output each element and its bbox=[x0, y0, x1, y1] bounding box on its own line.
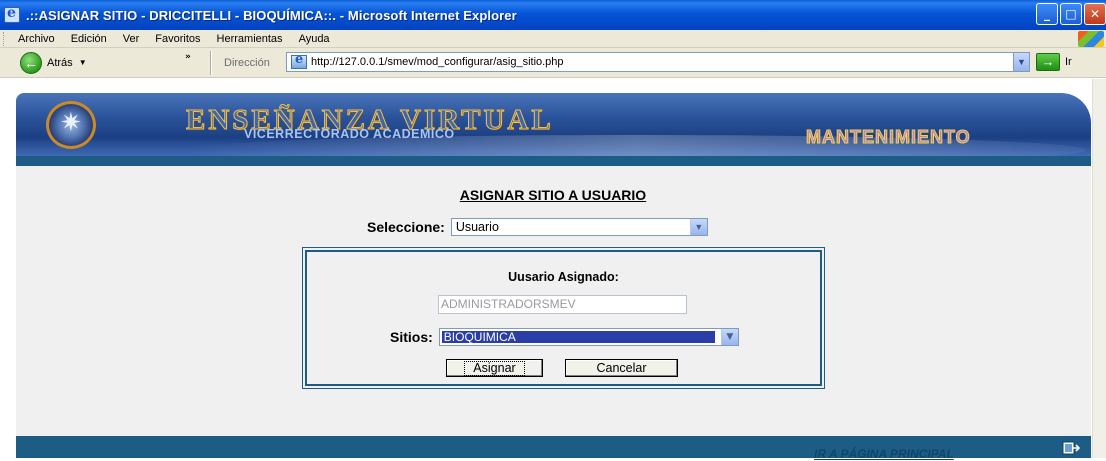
menu-edicion[interactable]: Edición bbox=[63, 33, 115, 45]
exit-icon[interactable] bbox=[1062, 441, 1080, 455]
select-row: Seleccione: Usuario ▼ bbox=[367, 218, 708, 236]
sites-value: BIOQUIMICA bbox=[441, 331, 715, 343]
address-bar[interactable]: http://127.0.0.1/smev/mod_configurar/asi… bbox=[286, 52, 1030, 72]
menu-ayuda[interactable]: Ayuda bbox=[291, 33, 338, 45]
title-bar: .::ASIGNAR SITIO - DRICCITELLI - BIOQUÍM… bbox=[0, 0, 1106, 30]
sites-dropdown[interactable]: BIOQUIMICA ▼ bbox=[438, 328, 739, 346]
menu-ver[interactable]: Ver bbox=[115, 33, 148, 45]
select-value: Usuario bbox=[455, 220, 499, 234]
back-label: Atrás bbox=[47, 56, 73, 69]
menu-grip bbox=[3, 31, 6, 46]
go-arrow-icon: → bbox=[1036, 53, 1060, 71]
page-icon bbox=[291, 52, 307, 69]
back-arrow-icon: ← bbox=[20, 51, 42, 74]
emblem-icon bbox=[46, 101, 96, 149]
chevron-down-icon[interactable]: ▼ bbox=[720, 329, 738, 345]
banner-subtitle: VICERRECTORADO ACADEMICO bbox=[244, 127, 455, 141]
close-button[interactable]: ✕ bbox=[1084, 3, 1106, 25]
ie-app-icon bbox=[4, 5, 20, 23]
address-label: Dirección bbox=[224, 57, 270, 69]
toolbar-more-chevron[interactable]: » bbox=[185, 52, 191, 62]
assigned-user-label: Uusario Asignado: bbox=[508, 270, 619, 284]
vertical-scrollbar[interactable] bbox=[1092, 79, 1106, 458]
cancel-button[interactable]: Cancelar bbox=[565, 359, 678, 377]
banner-section: MANTENIMIENTO bbox=[806, 127, 971, 148]
assign-button[interactable]: Asignar bbox=[446, 359, 543, 377]
address-dropdown-icon[interactable]: ▼ bbox=[1013, 53, 1029, 71]
select-label: Seleccione: bbox=[367, 219, 445, 235]
menu-bar: Archivo Edición Ver Favoritos Herramient… bbox=[0, 30, 1106, 48]
site-banner: ENSEÑANZA VIRTUAL VICERRECTORADO ACADEMI… bbox=[16, 93, 1091, 156]
menu-favoritos[interactable]: Favoritos bbox=[147, 33, 208, 45]
menu-herramientas[interactable]: Herramientas bbox=[209, 33, 291, 45]
sites-label: Sitios: bbox=[390, 329, 433, 345]
window-title: .::ASIGNAR SITIO - DRICCITELLI - BIOQUÍM… bbox=[26, 7, 517, 23]
window-controls: _ □ ✕ bbox=[1036, 3, 1106, 25]
maximize-button[interactable]: □ bbox=[1060, 3, 1082, 25]
go-button[interactable]: → Ir bbox=[1036, 53, 1072, 71]
assign-button-label: Asignar bbox=[464, 361, 525, 376]
form-title: ASIGNAR SITIO A USUARIO bbox=[459, 187, 647, 203]
menu-archivo[interactable]: Archivo bbox=[10, 33, 63, 45]
sites-row: Sitios: BIOQUIMICA ▼ bbox=[390, 328, 739, 346]
toolbar-separator bbox=[210, 51, 212, 75]
address-url[interactable]: http://127.0.0.1/smev/mod_configurar/asi… bbox=[311, 56, 564, 68]
minimize-button[interactable]: _ bbox=[1036, 3, 1058, 25]
back-dropdown-icon[interactable]: ▼ bbox=[79, 58, 87, 67]
form-buttons: Asignar Cancelar bbox=[446, 359, 678, 377]
chevron-down-icon[interactable]: ▼ bbox=[689, 219, 707, 235]
back-button[interactable]: ← Atrás ▼ bbox=[20, 51, 87, 74]
windows-logo-icon bbox=[1078, 31, 1104, 47]
assigned-user-field: ADMINISTRADORSMEV bbox=[438, 295, 687, 314]
top-divider bbox=[16, 156, 1091, 166]
select-dropdown[interactable]: Usuario ▼ bbox=[450, 218, 708, 236]
home-link[interactable]: IR A PÁGINA PRINCIPAL bbox=[814, 447, 954, 461]
go-label: Ir bbox=[1065, 56, 1072, 68]
